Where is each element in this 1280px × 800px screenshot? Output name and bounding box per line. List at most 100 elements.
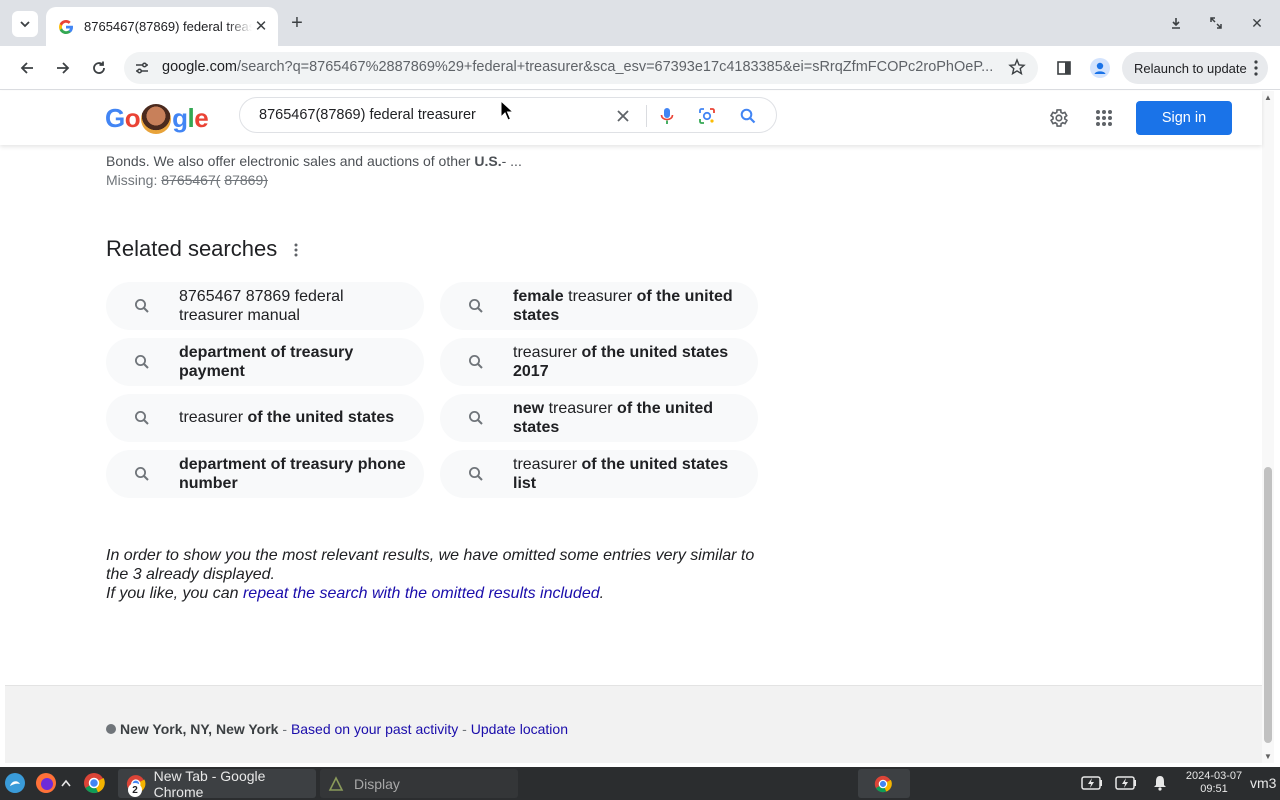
- missing-term: 8765467(: [161, 172, 221, 188]
- side-panel-button[interactable]: [1050, 54, 1078, 82]
- related-search-chip[interactable]: treasurer of the united states list: [440, 450, 758, 498]
- related-search-text: new treasurer of the united states: [513, 399, 743, 437]
- url-text: google.com/search?q=8765467%2887869%29+f…: [162, 59, 998, 75]
- related-search-chip[interactable]: 8765467 87869 federal treasurer manual: [106, 282, 424, 330]
- bookmark-star-icon[interactable]: [1008, 58, 1026, 76]
- taskbar-window-title: Display: [354, 775, 400, 792]
- system-clock[interactable]: 2024-03-07 09:51: [1184, 770, 1244, 796]
- tab-search-button[interactable]: [12, 11, 38, 37]
- scroll-thumb[interactable]: [1264, 467, 1272, 743]
- chevron-down-icon: [20, 21, 30, 28]
- missing-label: Missing:: [106, 172, 158, 188]
- clock-date: 2024-03-07: [1185, 770, 1243, 782]
- active-tab[interactable]: 8765467(87869) federal treasurer - Googl…: [46, 7, 278, 46]
- related-search-chip[interactable]: new treasurer of the united states: [440, 394, 758, 442]
- related-search-text: treasurer of the united states list: [513, 455, 743, 493]
- related-search-chip[interactable]: department of treasury payment: [106, 338, 424, 386]
- taskbar-window-title: New Tab - Google Chrome: [153, 767, 266, 800]
- reload-button[interactable]: [85, 54, 113, 82]
- relaunch-button[interactable]: Relaunch to update: [1122, 52, 1268, 84]
- related-search-chip[interactable]: female treasurer of the united states: [440, 282, 758, 330]
- more-vert-icon[interactable]: [286, 240, 306, 260]
- tab-title: 8765467(87869) federal treasurer - Googl…: [84, 19, 252, 34]
- missing-terms: Missing: 8765467( 87869): [106, 172, 268, 188]
- omitted-suffix: .: [599, 585, 605, 602]
- search-icon: [466, 408, 486, 428]
- close-window-icon[interactable]: ✕: [1245, 12, 1269, 34]
- omitted-line-2: If you like, you can repeat the search w…: [106, 584, 766, 603]
- related-search-chip[interactable]: treasurer of the united states: [106, 394, 424, 442]
- page-scrollbar[interactable]: ▲ ▼: [1262, 91, 1274, 763]
- firefox-icon[interactable]: [34, 771, 58, 795]
- notification-bell-icon[interactable]: [1148, 771, 1172, 795]
- download-icon[interactable]: [1164, 12, 1188, 34]
- chip-bold: department of treasury phone number: [179, 456, 406, 492]
- apps-grid-icon[interactable]: [1091, 105, 1117, 131]
- separator: -: [458, 721, 471, 737]
- related-search-text: department of treasury phone number: [179, 455, 409, 493]
- new-tab-button[interactable]: +: [286, 12, 308, 34]
- missing-term: 87869): [224, 172, 268, 188]
- window-count-badge: 2: [128, 783, 142, 797]
- omitted-prefix: If you like, you can: [106, 585, 243, 602]
- location-dot-icon: [106, 724, 116, 734]
- clear-icon[interactable]: [612, 105, 634, 127]
- chip-text: 8765467 87869 federal treasurer manual: [179, 288, 344, 324]
- url-path: /search?q=8765467%2887869%29+federal+tre…: [236, 59, 994, 75]
- chrome-icon[interactable]: [82, 771, 106, 795]
- logo-letter: o: [124, 103, 141, 133]
- back-button[interactable]: [13, 54, 41, 82]
- reload-icon: [93, 61, 105, 74]
- taskbar-chrome-window[interactable]: New Tab - Google Chrome: [118, 767, 316, 800]
- scroll-down-arrow-icon[interactable]: ▼: [1264, 752, 1272, 761]
- taskbar-chrome-pinned[interactable]: [858, 769, 910, 798]
- chrome-icon: [874, 775, 892, 792]
- sign-in-button[interactable]: Sign in: [1136, 101, 1232, 135]
- search-icon: [466, 464, 486, 484]
- related-search-text: department of treasury payment: [179, 343, 409, 381]
- omitted-line-1: In order to show you the most relevant r…: [106, 547, 755, 583]
- repeat-search-link[interactable]: repeat the search with the omitted resul…: [243, 585, 600, 602]
- related-search-chip[interactable]: department of treasury phone number: [106, 450, 424, 498]
- omitted-results-notice: In order to show you the most relevant r…: [106, 546, 766, 603]
- tab-strip: 8765467(87869) federal treasurer - Googl…: [0, 0, 1280, 46]
- address-bar[interactable]: google.com/search?q=8765467%2887869%29+f…: [124, 52, 1038, 84]
- side-panel-icon: [1057, 61, 1071, 75]
- google-logo[interactable]: Go gle: [105, 103, 209, 134]
- battery-charging-icon[interactable]: [1080, 771, 1104, 795]
- system-taskbar: New Tab - Google Chrome 2 Display 2024-0…: [0, 767, 1280, 800]
- site-info-icon[interactable]: [134, 60, 150, 76]
- relaunch-label: Relaunch to update: [1134, 60, 1247, 76]
- search-icon[interactable]: [737, 105, 759, 127]
- battery-icon[interactable]: [1114, 771, 1138, 795]
- chevron-up-icon[interactable]: [58, 771, 74, 795]
- snippet-suffix: - ...: [501, 153, 522, 169]
- vm-label: vm3: [1250, 775, 1277, 791]
- forward-button[interactable]: [49, 54, 77, 82]
- maximize-icon[interactable]: [1204, 12, 1228, 34]
- profile-button[interactable]: [1086, 54, 1114, 82]
- chip-bold: department of treasury payment: [179, 344, 354, 380]
- scroll-up-arrow-icon[interactable]: ▲: [1264, 93, 1272, 102]
- clock-time: 09:51: [1200, 783, 1228, 795]
- past-activity-link[interactable]: Based on your past activity: [291, 721, 458, 737]
- logo-letter: G: [105, 103, 125, 133]
- search-query[interactable]: 8765467(87869) federal treasurer: [259, 107, 476, 123]
- search-icon: [132, 352, 152, 372]
- microphone-icon[interactable]: [656, 105, 678, 127]
- update-location-link[interactable]: Update location: [471, 721, 568, 737]
- search-icon: [132, 464, 152, 484]
- page-footer: New York, NY, New York - Based on your p…: [5, 685, 1262, 763]
- settings-gear-icon[interactable]: [1045, 105, 1071, 131]
- lens-camera-icon[interactable]: [696, 105, 718, 127]
- arrow-left-icon: [20, 62, 33, 74]
- close-tab-icon[interactable]: ✕: [252, 17, 270, 35]
- start-menu-icon[interactable]: [3, 771, 27, 795]
- chip-bold: female: [513, 288, 564, 305]
- separator: -: [278, 721, 291, 737]
- taskbar-display-window[interactable]: Display: [320, 769, 518, 798]
- related-search-chip[interactable]: treasurer of the united states 2017: [440, 338, 758, 386]
- related-search-text: female treasurer of the united states: [513, 287, 743, 325]
- snippet-bold: U.S.: [474, 153, 502, 169]
- more-vert-icon: [1254, 60, 1258, 76]
